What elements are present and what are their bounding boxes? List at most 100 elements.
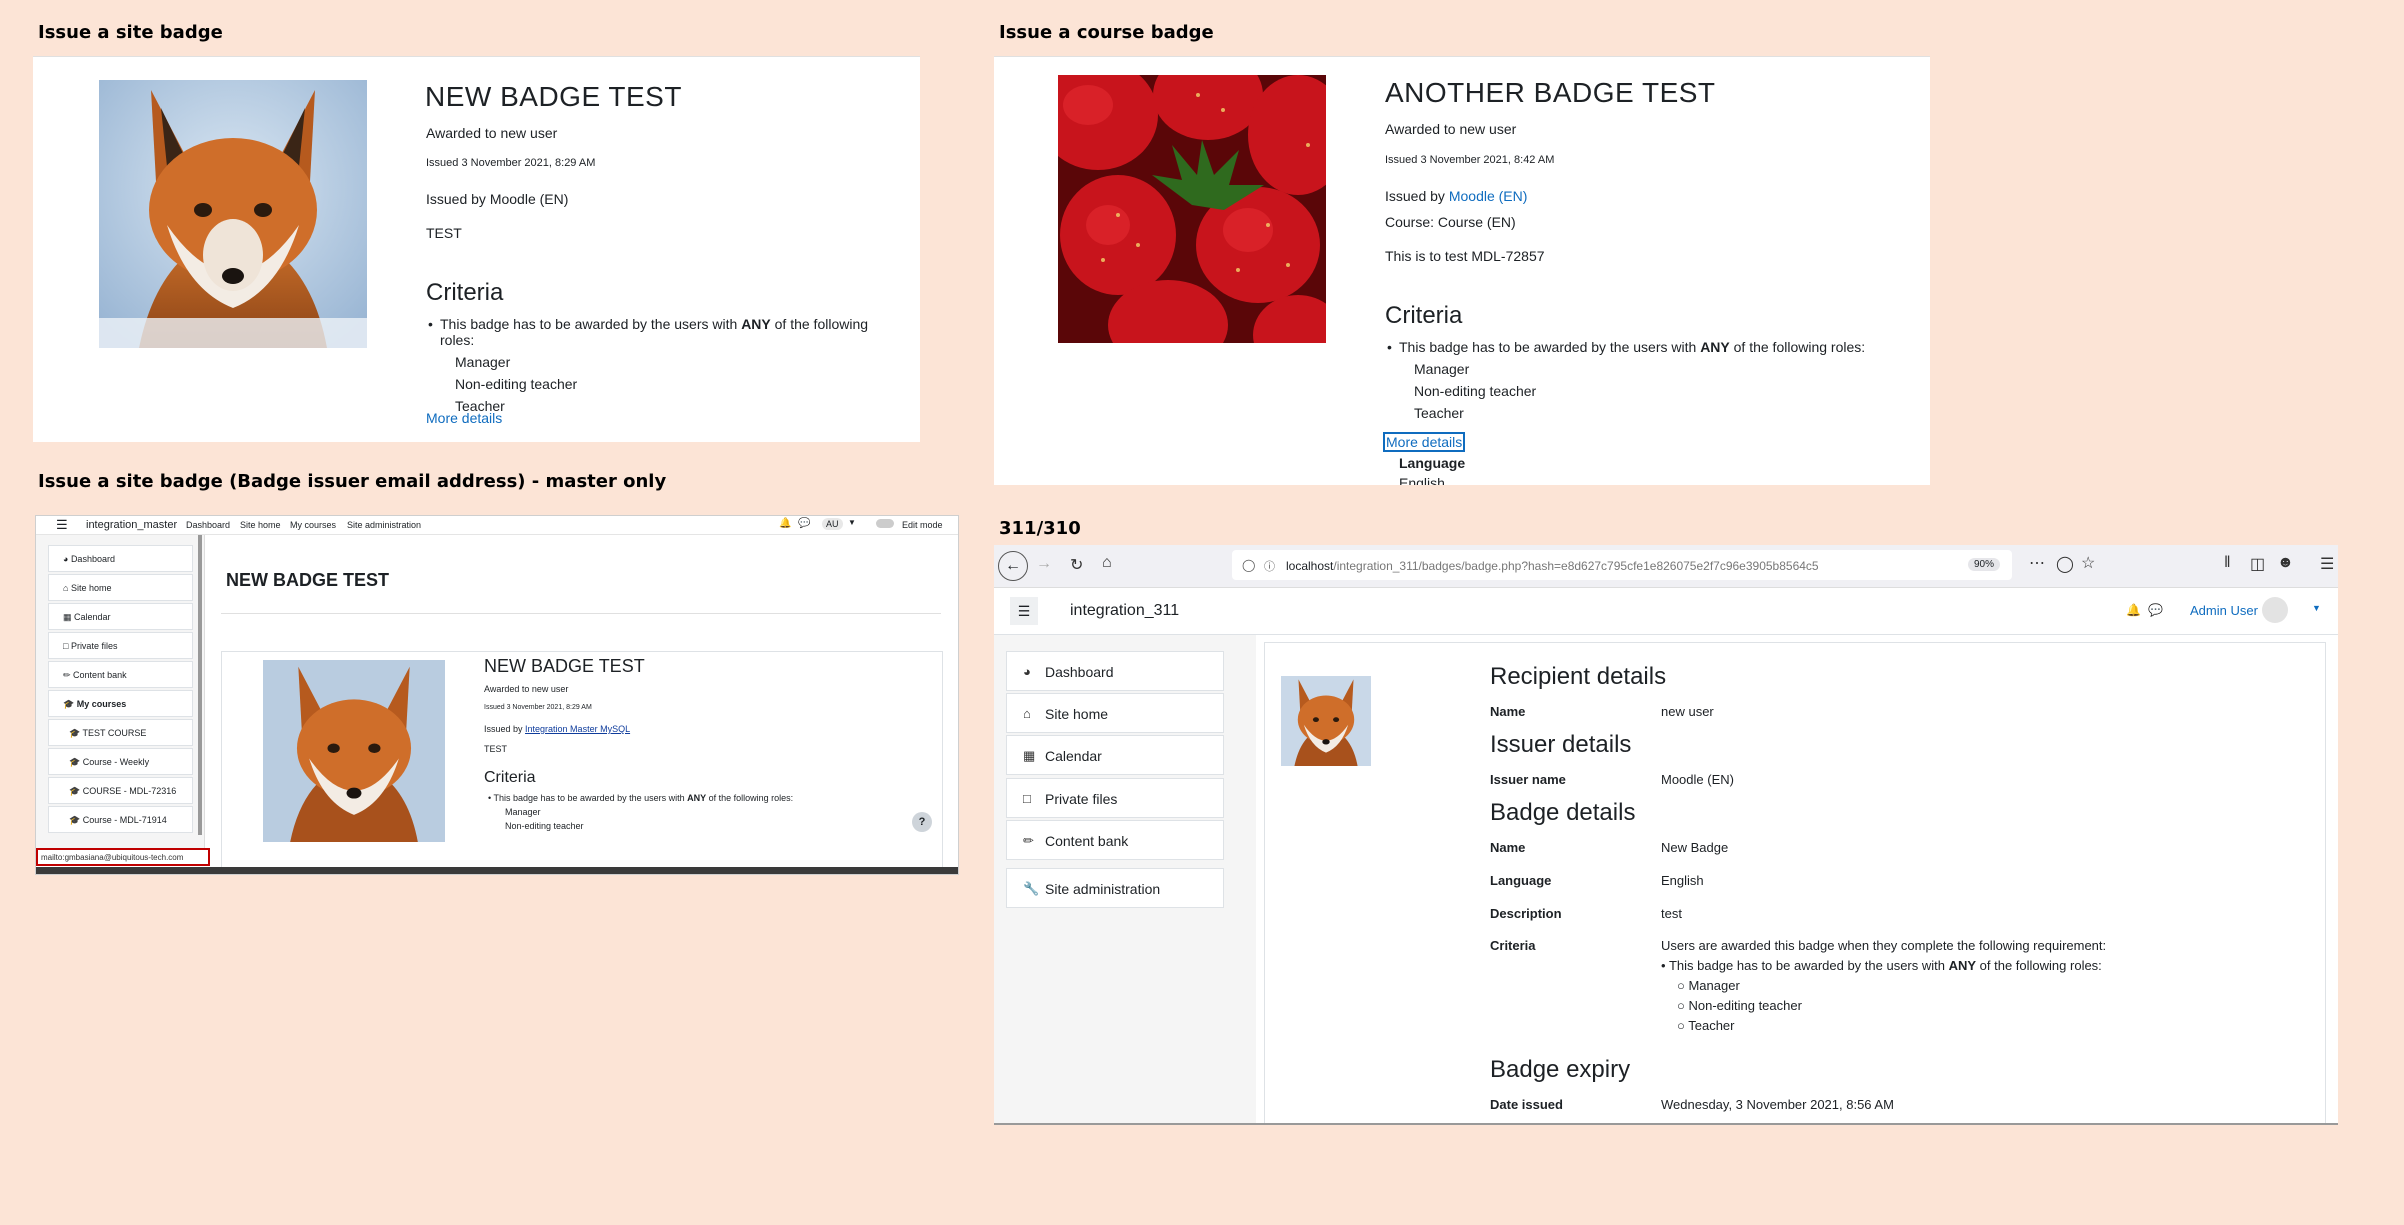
more-details-link[interactable]: More details [1383, 432, 1466, 452]
library-icon[interactable]: ‖ [2224, 554, 2231, 572]
role-item: ○ Teacher [1677, 1018, 1735, 1033]
sidebar-item-site-home[interactable]: ⌂ Site home [1006, 693, 1224, 733]
badge-description: TEST [484, 744, 508, 754]
awarded-text: Awarded to new user [484, 684, 569, 694]
caret-down-icon[interactable]: ▼ [848, 518, 856, 527]
more-icon[interactable]: ⋯ [2029, 553, 2045, 573]
menu-icon[interactable]: ☰ [2320, 554, 2334, 574]
calendar-icon: ▦ [1023, 748, 1036, 763]
home-icon: ⌂ [63, 583, 71, 593]
info-icon[interactable]: ⓘ [1264, 558, 1275, 574]
graduation-cap-icon: 🎓 [63, 699, 77, 709]
chat-icon[interactable]: 💬 [798, 518, 810, 529]
badge-title: NEW BADGE TEST [484, 656, 645, 676]
sidebar-item-private-files[interactable]: □ Private files [1006, 778, 1224, 818]
bookmark-star-icon[interactable]: ☆ [2081, 553, 2095, 573]
role-item: ○ Non-editing teacher [1677, 998, 1802, 1013]
sidebar-item-site-admin[interactable]: 🔧 Site administration [1006, 868, 1224, 908]
date-issued-label: Date issued [1490, 1097, 1563, 1112]
bell-icon[interactable]: 🔔 [779, 518, 791, 529]
name-label: Name [1490, 704, 1526, 719]
sidebar-item-label: Course - Weekly [82, 757, 150, 767]
back-icon[interactable]: ← [998, 551, 1028, 581]
home-icon[interactable]: ⌂ [1102, 554, 1112, 572]
language-label: Language [1490, 873, 1552, 888]
criteria-text-end: of the following roles: [706, 793, 794, 803]
sidebar: ◕ Dashboard ⌂ Site home ▦ Calendar □ Private… [994, 635, 1256, 1123]
sidebar-scrollbar[interactable] [198, 535, 202, 835]
hamburger-icon[interactable]: ☰ [1010, 597, 1038, 625]
badge-title: NEW BADGE TEST [425, 81, 682, 112]
caret-down-icon[interactable]: ▼ [2312, 603, 2321, 613]
chat-icon[interactable]: 💬 [2148, 603, 2163, 617]
issuer-email-link[interactable]: Integration Master MySQL [525, 724, 630, 734]
criteria-text: • This badge has to be awarded by the us… [488, 793, 794, 803]
url-path: /integration_311/badges/badge.php?hash=e… [1333, 559, 1819, 573]
graduation-cap-icon: 🎓 [69, 786, 83, 796]
sidebar-item-label: Site home [1045, 706, 1109, 722]
criteria-heading: Criteria [484, 769, 536, 786]
sidebar-item-label: Private files [70, 641, 118, 651]
shield-icon[interactable]: ◯ [1242, 558, 1255, 572]
navbar: ☰ integration_master Dashboard Site home… [36, 516, 958, 535]
criteria-intro: Users are awarded this badge when they c… [1661, 938, 2107, 953]
sidebar-item-course[interactable]: 🎓 COURSE - MDL-72316 [48, 777, 193, 804]
sidebar-item-label: COURSE - MDL-72316 [82, 786, 177, 796]
recipient-heading: Recipient details [1490, 663, 1667, 690]
site-name[interactable]: integration_master [86, 519, 177, 531]
zoom-indicator[interactable]: 90% [1968, 558, 2001, 571]
sidebar-item-label: TEST COURSE [82, 728, 147, 738]
sidebar-item-course[interactable]: 🎓 Course - MDL-71914 [48, 806, 193, 833]
sidebar-icon[interactable]: ◫ [2250, 554, 2265, 574]
url-bar[interactable]: ◯ ⓘ localhost/integration_311/badges/bad… [1232, 550, 2012, 580]
criteria-heading: Criteria [1385, 302, 1463, 329]
edit-mode-toggle[interactable] [876, 519, 894, 528]
sidebar-item-content-bank[interactable]: ✏ Content bank [1006, 820, 1224, 860]
sidebar-item-content-bank[interactable]: ✏ Content bank [48, 661, 193, 688]
sidebar-item-calendar[interactable]: ▦ Calendar [48, 603, 193, 630]
heading-email-badge: Issue a site badge (Badge issuer email a… [38, 471, 667, 492]
sidebar-item-private-files[interactable]: □ Private files [48, 632, 193, 659]
sidebar-item-course[interactable]: 🎓 Course - Weekly [48, 748, 193, 775]
url-host: localhost [1286, 559, 1334, 573]
taskbar [36, 867, 958, 874]
reload-icon[interactable]: ↻ [1070, 555, 1083, 575]
issued-by: Issued by Moodle (EN) [1385, 188, 1527, 204]
issued-by: Issued by Moodle (EN) [426, 191, 569, 207]
criteria-any: ANY [1700, 339, 1730, 355]
site-name[interactable]: integration_311 [1070, 602, 1179, 620]
sidebar-item-label: Dashboard [70, 554, 115, 564]
sidebar-item-my-courses[interactable]: 🎓 My courses [48, 690, 193, 717]
nav-site-home[interactable]: Site home [240, 520, 281, 530]
help-button[interactable]: ? [912, 812, 932, 832]
recipient-name: new user [1661, 704, 1714, 719]
sidebar-item-dashboard[interactable]: ◕ Dashboard [48, 545, 193, 572]
issued-date: Issued 3 November 2021, 8:29 AM [426, 157, 596, 169]
edit-mode-label: Edit mode [902, 520, 943, 530]
sidebar-item-label: Calendar [74, 612, 111, 622]
nav-my-courses[interactable]: My courses [290, 520, 336, 530]
pocket-icon[interactable]: ◯ [2056, 554, 2074, 574]
more-details-link[interactable]: More details [426, 410, 502, 426]
url-text[interactable]: localhost/integration_311/badges/badge.p… [1286, 559, 1819, 573]
forward-icon[interactable]: → [1036, 555, 1052, 573]
issued-by-prefix: Issued by [1385, 188, 1449, 204]
file-icon: □ [1023, 791, 1031, 806]
sidebar-item-dashboard[interactable]: ◕ Dashboard [1006, 651, 1224, 691]
sidebar-item-calendar[interactable]: ▦ Calendar [1006, 735, 1224, 775]
user-name[interactable]: Admin User [2190, 603, 2258, 618]
bell-icon[interactable]: 🔔 [2126, 603, 2141, 617]
firefox-window: ← → ↻ ⌂ ◯ ⓘ localhost/integration_311/ba… [994, 545, 2338, 1125]
avatar[interactable]: AU [822, 518, 843, 530]
avatar[interactable] [2262, 597, 2288, 623]
nav-site-admin[interactable]: Site administration [347, 520, 421, 530]
sidebar-item-course[interactable]: 🎓 TEST COURSE [48, 719, 193, 746]
account-icon[interactable]: ☻ [2277, 554, 2294, 572]
badge-content: Recipient details Name new user Issuer d… [1264, 642, 2326, 1123]
criteria-any: ANY [687, 793, 707, 803]
nav-dashboard[interactable]: Dashboard [186, 520, 230, 530]
issuer-link[interactable]: Moodle (EN) [1449, 188, 1528, 204]
graduation-cap-icon: 🎓 [69, 728, 83, 738]
hamburger-icon[interactable]: ☰ [56, 517, 68, 533]
sidebar-item-site-home[interactable]: ⌂ Site home [48, 574, 193, 601]
